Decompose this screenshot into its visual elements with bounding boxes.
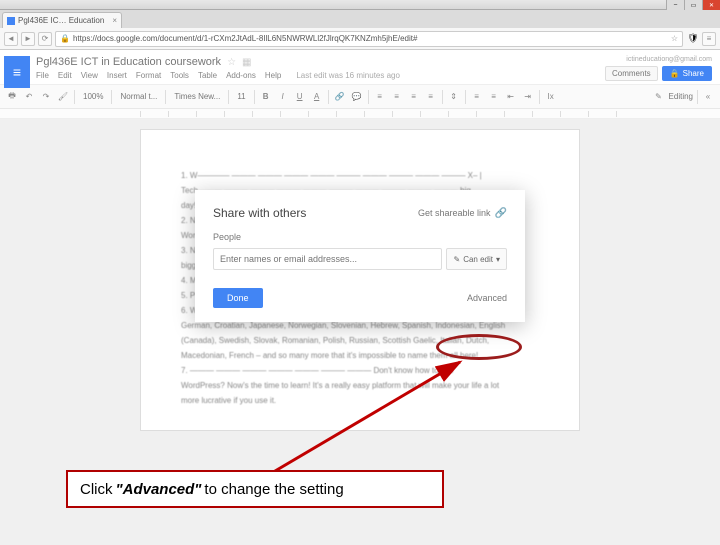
back-button[interactable]: ◄	[4, 32, 18, 46]
comments-button[interactable]: Comments	[605, 66, 658, 81]
font-size-select[interactable]: 11	[234, 92, 248, 101]
menu-view[interactable]: View	[81, 71, 98, 80]
close-tab-icon[interactable]: ×	[112, 16, 117, 25]
indent-more-icon[interactable]: ⇥	[522, 92, 534, 101]
account-email[interactable]: ictineducationg@gmail.com	[626, 56, 712, 63]
link-icon[interactable]: 🔗	[334, 92, 346, 101]
browser-tab[interactable]: Pgl436E IC… Education ×	[2, 12, 122, 28]
bookmark-star-icon[interactable]: ☆	[671, 34, 678, 43]
italic-icon[interactable]: I	[277, 92, 289, 101]
menu-help[interactable]: Help	[265, 71, 281, 80]
url-text: https://docs.google.com/document/d/1-rCX…	[73, 34, 417, 43]
menu-table[interactable]: Table	[198, 71, 217, 80]
reload-button[interactable]: ⟳	[38, 32, 52, 46]
pencil-icon: ✎	[453, 255, 460, 264]
undo-icon[interactable]: ↶	[23, 92, 35, 101]
lock-icon: 🔒	[60, 34, 70, 43]
bold-icon[interactable]: B	[260, 92, 272, 101]
chevron-up-icon[interactable]: «	[702, 92, 714, 101]
clear-format-icon[interactable]: Ix	[545, 92, 557, 101]
docs-logo-icon[interactable]: ≡	[4, 56, 30, 88]
chrome-menu-button[interactable]: ≡	[702, 32, 716, 46]
link-icon: 🔗	[495, 208, 507, 219]
share-dialog: Share with others Get shareable link 🔗 P…	[195, 190, 525, 322]
font-select[interactable]: Times New...	[171, 92, 223, 101]
tab-strip: Pgl436E IC… Education ×	[0, 10, 720, 28]
print-icon[interactable]: 🖶	[6, 90, 18, 104]
star-icon[interactable]: ☆	[227, 57, 236, 68]
pencil-icon: ✎	[653, 92, 665, 101]
share-button[interactable]: 🔒 Share	[662, 66, 712, 81]
folder-icon[interactable]: ▦	[242, 57, 251, 68]
lock-icon: 🔒	[670, 69, 680, 78]
numbered-list-icon[interactable]: ≡	[471, 92, 483, 101]
window-titlebar: – ▭ ✕	[0, 0, 720, 10]
menu-addons[interactable]: Add-ons	[226, 71, 256, 80]
ruler[interactable]	[0, 109, 720, 119]
minimize-button[interactable]: –	[666, 0, 684, 10]
address-bar: ◄ ► ⟳ 🔒 https://docs.google.com/document…	[0, 28, 720, 50]
paragraph-style-select[interactable]: Normal t...	[117, 92, 160, 101]
comment-icon[interactable]: 💬	[351, 92, 363, 101]
align-left-icon[interactable]: ≡	[374, 92, 386, 101]
document-title[interactable]: Pgl436E ICT in Education coursework	[36, 56, 221, 68]
annotation-arrow	[260, 356, 480, 486]
advanced-link[interactable]: Advanced	[467, 293, 507, 303]
people-label: People	[213, 232, 507, 242]
annotation-callout: Click "Advanced" to change the setting	[66, 470, 444, 508]
docs-header: ≡ Pgl436E ICT in Education coursework ☆ …	[0, 50, 720, 85]
chevron-down-icon: ▾	[496, 255, 500, 264]
menu-file[interactable]: File	[36, 71, 49, 80]
extension-icon[interactable]: 🛡	[686, 32, 700, 46]
get-shareable-link[interactable]: Get shareable link 🔗	[418, 208, 507, 219]
maximize-button[interactable]: ▭	[684, 0, 702, 10]
zoom-select[interactable]: 100%	[80, 92, 106, 101]
menu-format[interactable]: Format	[136, 71, 161, 80]
annotation-circle	[436, 334, 522, 360]
menu-edit[interactable]: Edit	[58, 71, 72, 80]
menu-insert[interactable]: Insert	[107, 71, 127, 80]
formatting-toolbar: 🖶 ↶ ↷ 🖌 100% Normal t... Times New... 11…	[0, 85, 720, 109]
docs-favicon	[7, 17, 15, 25]
text-color-icon[interactable]: A	[311, 92, 323, 101]
mode-select[interactable]: Editing	[669, 92, 693, 101]
bulleted-list-icon[interactable]: ≡	[488, 92, 500, 101]
last-edit-text: Last edit was 16 minutes ago	[296, 71, 400, 80]
menu-tools[interactable]: Tools	[170, 71, 189, 80]
align-right-icon[interactable]: ≡	[408, 92, 420, 101]
permission-dropdown[interactable]: ✎ Can edit ▾	[446, 248, 507, 270]
align-center-icon[interactable]: ≡	[391, 92, 403, 101]
line-spacing-icon[interactable]: ⇕	[448, 92, 460, 101]
paint-format-icon[interactable]: 🖌	[57, 92, 69, 101]
url-input[interactable]: 🔒 https://docs.google.com/document/d/1-r…	[55, 31, 683, 47]
people-input[interactable]	[213, 248, 442, 270]
align-justify-icon[interactable]: ≡	[425, 92, 437, 101]
tab-title: Pgl436E IC… Education	[18, 16, 104, 25]
redo-icon[interactable]: ↷	[40, 92, 52, 101]
indent-less-icon[interactable]: ⇤	[505, 92, 517, 101]
dialog-title: Share with others	[213, 206, 306, 220]
close-window-button[interactable]: ✕	[702, 0, 720, 10]
underline-icon[interactable]: U	[294, 92, 306, 101]
forward-button[interactable]: ►	[21, 32, 35, 46]
done-button[interactable]: Done	[213, 288, 263, 308]
